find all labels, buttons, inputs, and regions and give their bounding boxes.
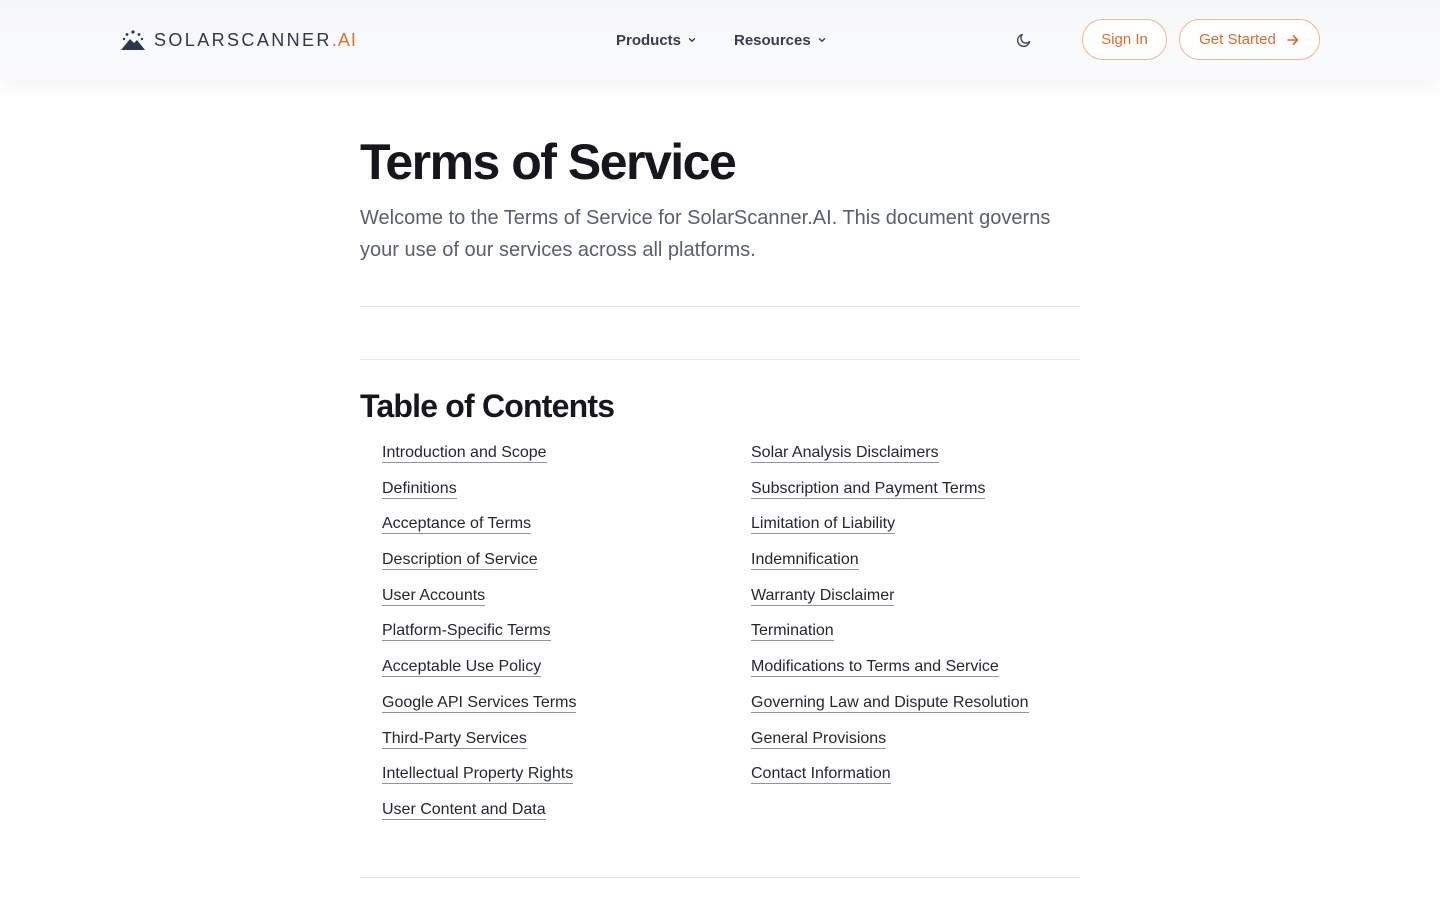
nav-products-label: Products [616,31,682,49]
toc-item: Intellectual Property Rights [382,763,576,799]
sign-in-button[interactable]: Sign In [1082,19,1167,60]
toc-item: Termination [751,620,1029,656]
toc-link-user-content[interactable]: User Content and Data [382,800,546,820]
nav-resources-label: Resources [734,31,811,49]
toc-left-column: Introduction and Scope Definitions Accep… [382,442,577,835]
toc-item: Google API Services Terms [382,692,577,728]
toc-link-acceptable-use[interactable]: Acceptable Use Policy [382,658,542,678]
divider [360,306,1080,307]
toc-link-contact[interactable]: Contact Information [751,765,891,785]
toc-link-introduction[interactable]: Introduction and Scope [382,444,547,463]
toc-link-google-api[interactable]: Google API Services Terms [382,693,577,713]
logo-suffix: .AI [331,29,357,50]
toc-link-solar-disclaimers[interactable]: Solar Analysis Disclaimers [751,444,939,463]
chevron-down-icon [688,38,696,42]
toc-item: Acceptable Use Policy [382,656,576,692]
toc-item: User Content and Data [382,799,576,835]
toc-link-definitions[interactable]: Definitions [382,479,457,499]
nav-products[interactable]: Products [616,30,697,50]
toc-item: Solar Analysis Disclaimers [751,442,1029,478]
sun-mountain-icon [121,30,145,50]
get-started-button[interactable]: Get Started [1179,19,1320,60]
toc-item: Governing Law and Dispute Resolution [751,692,1029,728]
toc-link-governing-law[interactable]: Governing Law and Dispute Resolution [751,693,1029,713]
page-header: Terms of Service Welcome to the Terms of… [360,130,1080,266]
toc-link-termination[interactable]: Termination [751,622,834,642]
toc-item: Warranty Disclaimer [751,585,1029,621]
get-started-label: Get Started [1199,31,1276,48]
toc-link-third-party[interactable]: Third-Party Services [382,729,527,749]
toc-link-user-accounts[interactable]: User Accounts [382,586,486,606]
arrow-right-icon [1287,34,1299,45]
toc-item: Contact Information [751,763,1029,799]
toc-item: Description of Service [382,549,576,585]
toc-link-subscription[interactable]: Subscription and Payment Terms [751,479,986,499]
toc-item: Indemnification [751,549,1029,585]
toc-link-ip-rights[interactable]: Intellectual Property Rights [382,765,574,785]
toc-link-modifications[interactable]: Modifications to Terms and Service [751,658,999,678]
toc-item: Platform-Specific Terms [382,620,576,656]
toc-item: Definitions [382,478,576,514]
theme-toggle-button[interactable] [1012,28,1036,52]
toc-item: General Provisions [751,728,1029,764]
toc-item: Subscription and Payment Terms [751,478,1029,514]
top-navbar: SOLARSCANNER .AI Products Resources Sign… [0,0,1440,80]
moon-icon [1016,33,1031,48]
page-title: Terms of Service [360,134,737,190]
toc-link-general-provisions[interactable]: General Provisions [751,729,887,749]
logo[interactable]: SOLARSCANNER .AI [120,28,357,52]
divider [360,877,1080,878]
toc-title: Table of Contents [360,388,615,424]
toc-item: Modifications to Terms and Service [751,656,1029,692]
toc-link-indemnification[interactable]: Indemnification [751,551,859,571]
toc-item: User Accounts [382,585,576,621]
divider [360,359,1080,360]
chevron-down-icon [818,38,825,42]
toc-link-platform-terms[interactable]: Platform-Specific Terms [382,622,551,642]
toc-item: Third-Party Services [382,728,576,764]
toc-right-column: Solar Analysis Disclaimers Subscription … [751,442,1029,799]
toc-item: Introduction and Scope [382,442,576,478]
toc-item: Acceptance of Terms [382,513,576,549]
toc-link-acceptance[interactable]: Acceptance of Terms [382,515,532,535]
nav-resources[interactable]: Resources [734,30,827,50]
toc-item: Limitation of Liability [751,513,1029,549]
toc-link-warranty[interactable]: Warranty Disclaimer [751,586,895,606]
toc-link-liability[interactable]: Limitation of Liability [751,515,896,535]
toc-link-description[interactable]: Description of Service [382,551,538,571]
sign-in-label: Sign In [1101,31,1148,48]
page-intro: Welcome to the Terms of Service for Sola… [360,207,1051,261]
logo-text: SOLARSCANNER [154,29,332,50]
